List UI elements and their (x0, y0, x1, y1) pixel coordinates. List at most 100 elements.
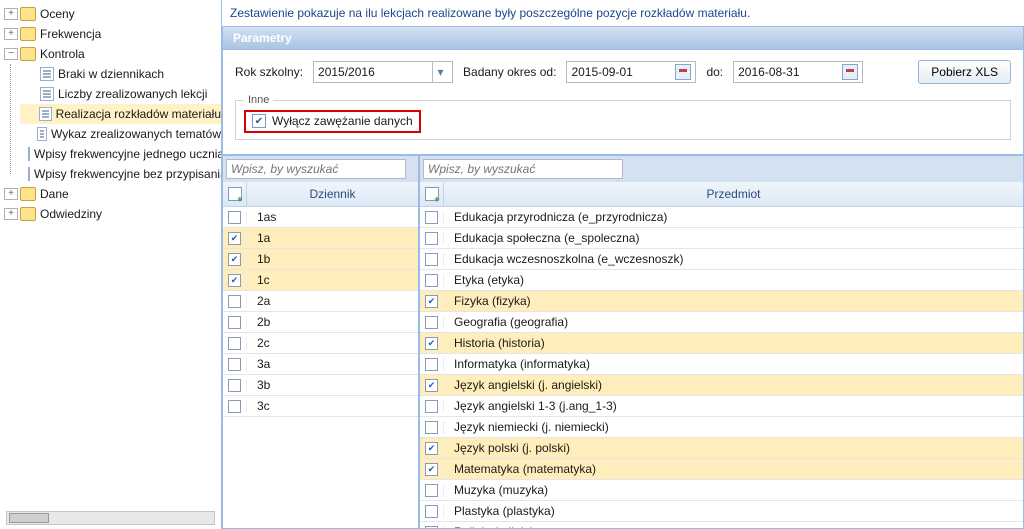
row-checkbox[interactable] (425, 421, 438, 434)
dziennik-row[interactable]: 1b (223, 249, 418, 270)
row-checkbox[interactable] (425, 505, 438, 518)
przedmiot-row[interactable]: Edukacja wczesnoszkolna (e_wczesnoszk) (420, 249, 1023, 270)
to-date-input[interactable]: 2016-08-31 (733, 61, 863, 83)
przedmiot-row[interactable]: Język angielski 1-3 (j.ang_1-3) (420, 396, 1023, 417)
dziennik-search-input[interactable] (226, 159, 406, 179)
nav-kontrola-child[interactable]: Wykaz zrealizowanych tematów (20, 124, 221, 144)
dziennik-row[interactable]: 3c (223, 396, 418, 417)
page-icon (28, 147, 30, 161)
przedmiot-row[interactable]: Etyka (etyka) (420, 270, 1023, 291)
nav-oceny[interactable]: + Oceny (0, 4, 221, 24)
dziennik-header[interactable]: Dziennik (247, 182, 418, 206)
dziennik-row[interactable]: 1c (223, 270, 418, 291)
przedmiot-row[interactable]: Historia (historia) (420, 333, 1023, 354)
nav-kontrola-child[interactable]: Wpisy frekwencyjne bez przypisania (20, 164, 221, 184)
row-checkbox[interactable] (425, 274, 438, 287)
folder-icon (20, 187, 36, 201)
nav-dane[interactable]: + Dane (0, 184, 221, 204)
nav-kontrola-child[interactable]: Braki w dziennikach (20, 64, 221, 84)
page-icon (40, 67, 54, 81)
nav-kontrola-child[interactable]: Wpisy frekwencyjne jednego ucznia (20, 144, 221, 164)
nav-kontrola-child[interactable]: Liczby zrealizowanych lekcji (20, 84, 221, 104)
year-value: 2015/2016 (318, 65, 375, 79)
przedmiot-row[interactable]: Muzyka (muzyka) (420, 480, 1023, 501)
row-checkbox[interactable] (425, 211, 438, 224)
year-label: Rok szkolny: (235, 65, 303, 79)
przedmiot-row[interactable]: Religia (religia) (420, 522, 1023, 528)
row-checkbox[interactable] (425, 400, 438, 413)
expand-icon[interactable]: + (4, 28, 18, 40)
przedmiot-row[interactable]: Geografia (geografia) (420, 312, 1023, 333)
przedmiot-row[interactable]: Informatyka (informatyka) (420, 354, 1023, 375)
przedmiot-row[interactable]: Edukacja społeczna (e_spoleczna) (420, 228, 1023, 249)
dziennik-row[interactable]: 1as (223, 207, 418, 228)
przedmiot-row[interactable]: Plastyka (plastyka) (420, 501, 1023, 522)
row-checkbox[interactable] (228, 358, 241, 371)
row-checkbox[interactable] (425, 484, 438, 497)
row-checkbox[interactable] (425, 379, 438, 392)
przedmiot-row[interactable]: Matematyka (matematyka) (420, 459, 1023, 480)
expand-icon[interactable]: + (4, 208, 18, 220)
row-checkbox[interactable] (228, 253, 241, 266)
przedmiot-search-input[interactable] (423, 159, 623, 179)
expand-icon[interactable]: + (4, 8, 18, 20)
przedmiot-row[interactable]: Język angielski (j. angielski) (420, 375, 1023, 396)
row-checkbox[interactable] (425, 442, 438, 455)
expand-icon[interactable]: + (4, 188, 18, 200)
row-checkbox[interactable] (228, 274, 241, 287)
params-form: Rok szkolny: 2015/2016 ▾ Badany okres od… (222, 50, 1024, 155)
row-checkbox[interactable] (425, 253, 438, 266)
row-checkbox[interactable] (425, 463, 438, 476)
row-label: 2a (247, 294, 418, 308)
przedmiot-row[interactable]: Fizyka (fizyka) (420, 291, 1023, 312)
year-select[interactable]: 2015/2016 ▾ (313, 61, 453, 83)
download-xls-button[interactable]: Pobierz XLS (918, 60, 1011, 84)
row-checkbox[interactable] (228, 337, 241, 350)
dziennik-row[interactable]: 2b (223, 312, 418, 333)
select-all-przedmiot-icon[interactable] (425, 187, 439, 201)
page-icon (39, 107, 52, 121)
row-checkbox[interactable] (425, 526, 438, 529)
row-checkbox[interactable] (425, 358, 438, 371)
nav-kontrola-child[interactable]: Realizacja rozkładów materiału (20, 104, 221, 124)
row-checkbox[interactable] (425, 232, 438, 245)
przedmiot-row[interactable]: Edukacja przyrodnicza (e_przyrodnicza) (420, 207, 1023, 228)
row-label: 2b (247, 315, 418, 329)
row-label: 2c (247, 336, 418, 350)
dziennik-row[interactable]: 3a (223, 354, 418, 375)
row-checkbox[interactable] (228, 379, 241, 392)
nav-horizontal-scrollbar[interactable] (6, 511, 215, 525)
dziennik-row[interactable]: 2c (223, 333, 418, 354)
inne-fieldset: Inne Wyłącz zawężanie danych (235, 94, 1011, 140)
przedmiot-row[interactable]: Język polski (j. polski) (420, 438, 1023, 459)
dziennik-row[interactable]: 2a (223, 291, 418, 312)
row-checkbox[interactable] (425, 295, 438, 308)
nav-label: Kontrola (40, 47, 85, 61)
nav-odwiedziny[interactable]: + Odwiedziny (0, 204, 221, 224)
dziennik-row[interactable]: 3b (223, 375, 418, 396)
nav-kontrola[interactable]: − Kontrola (0, 44, 221, 64)
row-checkbox[interactable] (228, 400, 241, 413)
row-checkbox[interactable] (425, 316, 438, 329)
przedmiot-row[interactable]: Język niemiecki (j. niemiecki) (420, 417, 1023, 438)
select-all-dziennik-icon[interactable] (228, 187, 242, 201)
chevron-down-icon: ▾ (432, 62, 448, 82)
narrow-checkbox[interactable] (252, 114, 266, 128)
row-checkbox[interactable] (425, 337, 438, 350)
to-value: 2016-08-31 (738, 65, 799, 79)
dziennik-row[interactable]: 1a (223, 228, 418, 249)
row-checkbox[interactable] (228, 232, 241, 245)
row-checkbox[interactable] (228, 295, 241, 308)
from-date-input[interactable]: 2015-09-01 (566, 61, 696, 83)
collapse-icon[interactable]: − (4, 48, 18, 60)
nav-label: Realizacja rozkładów materiału (56, 107, 221, 121)
from-label: Badany okres od: (463, 65, 556, 79)
scrollbar-thumb[interactable] (9, 513, 49, 523)
row-checkbox[interactable] (228, 316, 241, 329)
row-checkbox[interactable] (228, 211, 241, 224)
row-label: Fizyka (fizyka) (444, 294, 1023, 308)
nav-frekwencja[interactable]: + Frekwencja (0, 24, 221, 44)
przedmiot-header[interactable]: Przedmiot (444, 182, 1023, 206)
nav-tree: + Oceny + Frekwencja − Kontrola Brak (0, 0, 222, 529)
params-header: Parametry (222, 26, 1024, 50)
